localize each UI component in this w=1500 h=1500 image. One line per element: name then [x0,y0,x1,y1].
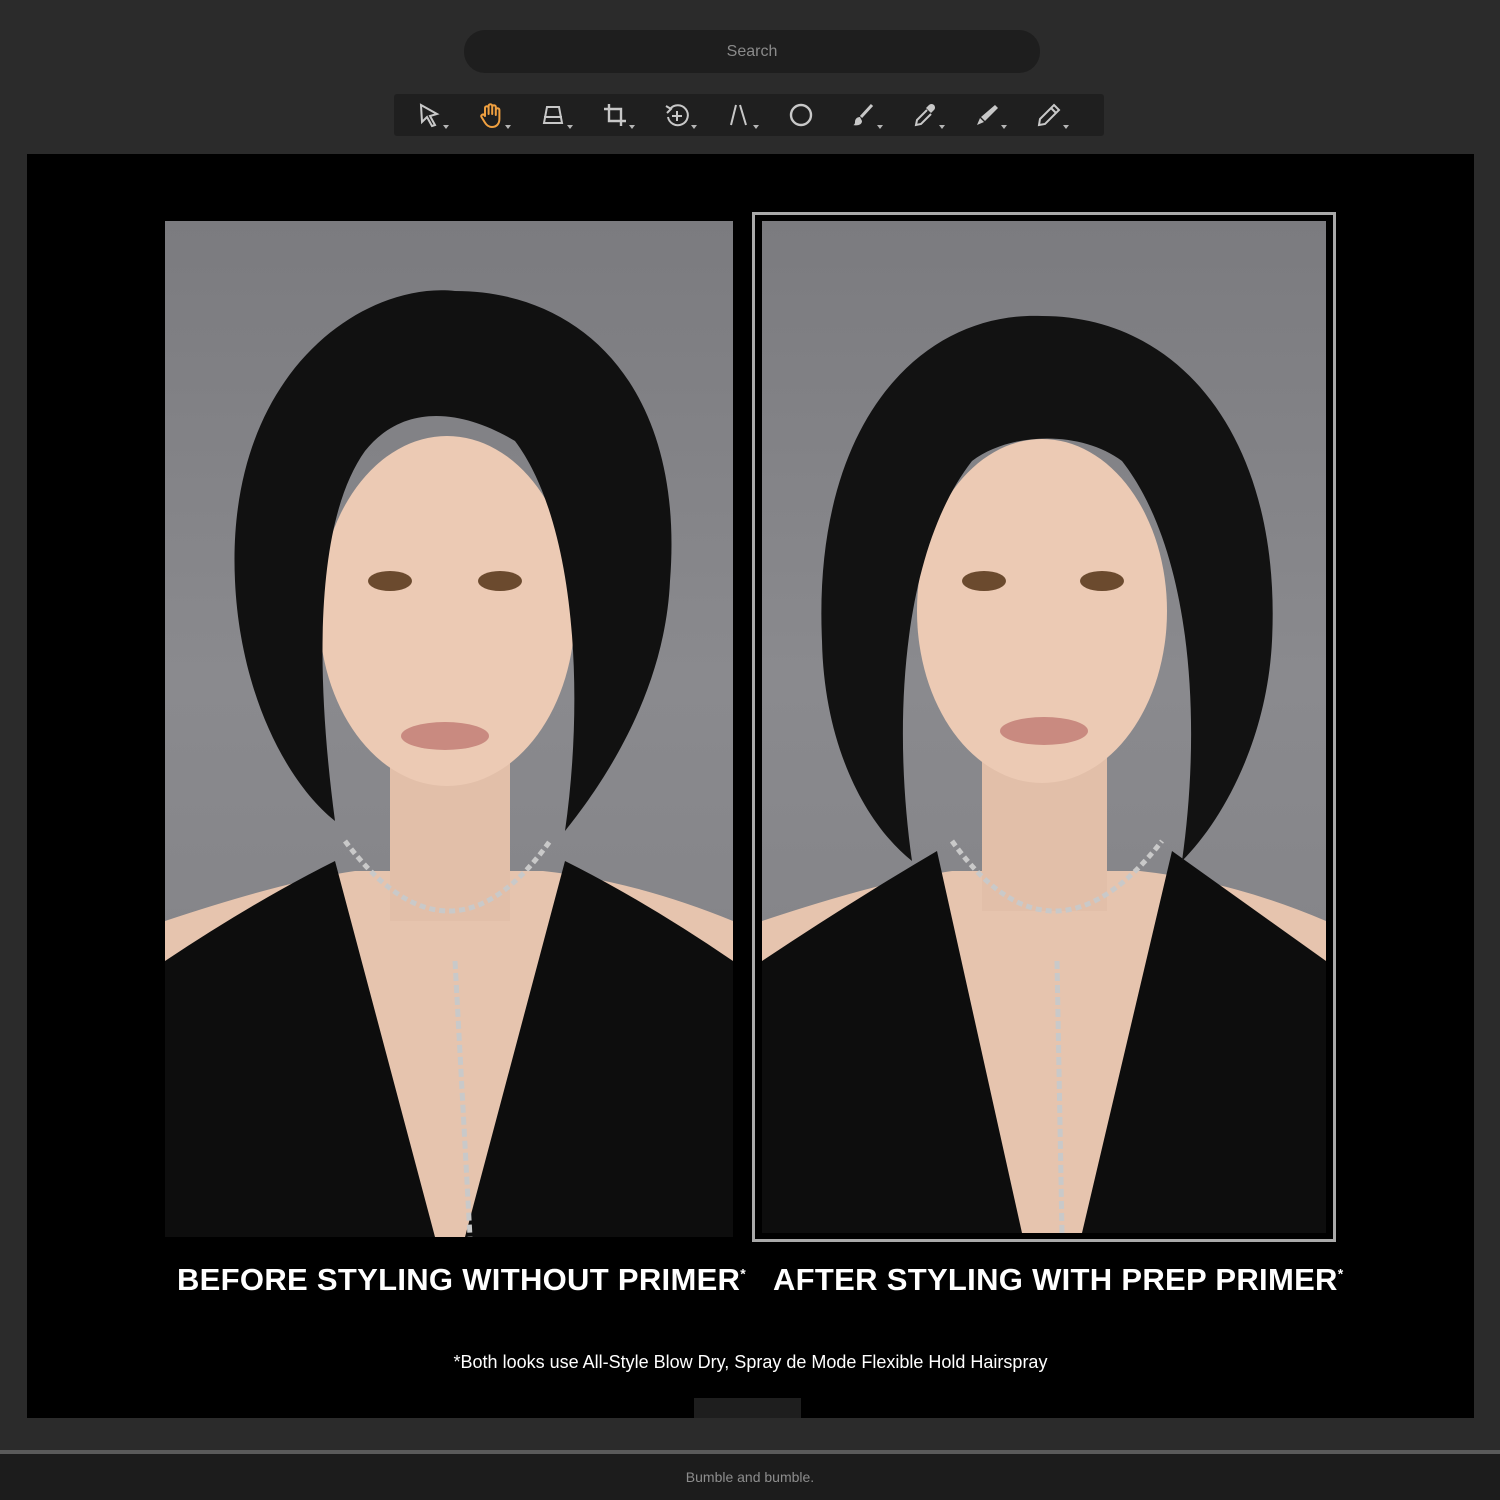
perspective-icon [542,106,564,124]
before-caption-text: BEFORE STYLING WITHOUT PRIMER [177,1262,741,1297]
before-photo [165,221,733,1237]
footnote: *Both looks use All-Style Blow Dry, Spra… [453,1352,1048,1372]
hand-tool[interactable] [461,94,521,136]
line-icon [730,104,747,126]
chevron-down-icon [939,125,945,129]
crop-icon [604,104,626,126]
chevron-down-icon [753,125,759,129]
after-photo-frame[interactable] [752,212,1336,1242]
after-photo [762,221,1326,1233]
document-canvas[interactable]: BEFORE STYLING WITHOUT PRIMER* AFTER STY… [27,154,1474,1418]
retouch-icon [977,105,998,125]
eyedropper-icon [914,103,936,127]
perspective-tool[interactable] [523,94,583,136]
chevron-down-icon [505,125,511,129]
ellipse-tool[interactable] [771,94,831,136]
hand-icon [480,103,501,128]
arrow-cursor-icon [419,103,440,128]
chevron-down-icon [443,125,449,129]
brush-tool[interactable] [833,94,893,136]
chevron-down-icon [691,125,697,129]
circle-icon [789,103,813,127]
crop-tool[interactable] [585,94,645,136]
after-caption-asterisk: * [1337,1265,1344,1282]
rotate-tool[interactable] [647,94,707,136]
retouch-tool[interactable] [957,94,1017,136]
before-caption: BEFORE STYLING WITHOUT PRIMER* [177,1262,746,1298]
eyedropper-tool[interactable] [895,94,955,136]
chevron-down-icon [877,125,883,129]
brand-label: Bumble and bumble. [685,1469,815,1485]
brush-icon [853,103,874,126]
select-tool[interactable] [399,94,459,136]
after-caption: AFTER STYLING WITH PREP PRIMER* [773,1262,1343,1298]
chevron-down-icon [1001,125,1007,129]
chevron-down-icon [629,125,635,129]
after-caption-text: AFTER STYLING WITH PREP PRIMER [773,1262,1338,1297]
before-caption-asterisk: * [740,1265,746,1282]
chevron-down-icon [567,125,573,129]
search-input[interactable] [464,30,1040,73]
rotate-icon [665,104,689,127]
toolbar [394,94,1104,136]
pencil-tool[interactable] [1019,94,1079,136]
canvas-bottom-tab[interactable] [694,1398,801,1418]
pencil-icon [1037,103,1061,127]
chevron-down-icon [1063,125,1069,129]
line-tool[interactable] [709,94,769,136]
